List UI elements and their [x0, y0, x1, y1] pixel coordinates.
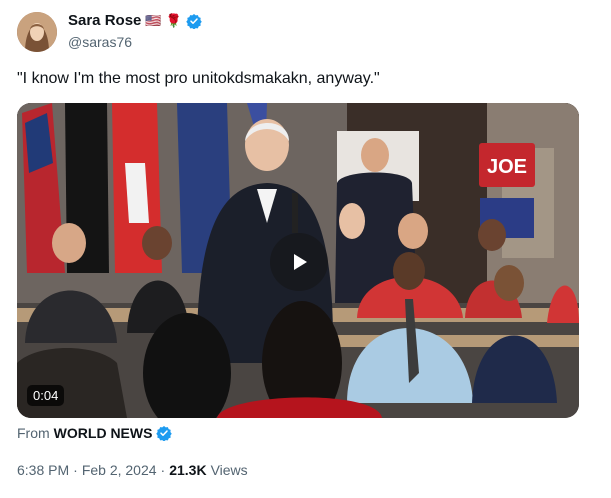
- source-prefix: From: [17, 425, 50, 441]
- views-count: 21.3K: [169, 462, 207, 478]
- source-verified-badge-icon: [156, 425, 173, 442]
- tweet-meta: 6:38 PM · Feb 2, 2024 · 21.3K Views: [17, 462, 248, 478]
- rose-emoji: 🌹: [165, 13, 182, 28]
- us-flag-emoji: 🇺🇸: [145, 13, 162, 28]
- avatar-image: [17, 12, 57, 52]
- tweet-text: "I know I'm the most pro unitokdsmakakn,…: [17, 70, 380, 87]
- avatar[interactable]: [17, 12, 57, 52]
- play-icon: [294, 254, 307, 270]
- video-player[interactable]: JOE 0:04: [17, 103, 579, 418]
- play-button[interactable]: [270, 233, 328, 291]
- author-handle[interactable]: @saras76: [68, 34, 132, 50]
- video-duration-badge: 0:04: [27, 385, 65, 406]
- video-source: From WORLD NEWS: [17, 425, 173, 442]
- author-name-row: Sara Rose 🇺🇸 🌹: [68, 12, 202, 29]
- meta-separator: ·: [160, 462, 166, 478]
- tweet-date[interactable]: Feb 2, 2024: [82, 462, 157, 478]
- tweet-time[interactable]: 6:38 PM: [17, 462, 69, 478]
- meta-separator: ·: [73, 462, 78, 478]
- views-label: Views: [210, 462, 248, 478]
- author-display-name[interactable]: Sara Rose: [68, 12, 141, 29]
- source-name-link[interactable]: WORLD NEWS: [54, 425, 153, 441]
- sign-text: JOE: [487, 156, 527, 178]
- verified-badge-icon: [186, 13, 202, 29]
